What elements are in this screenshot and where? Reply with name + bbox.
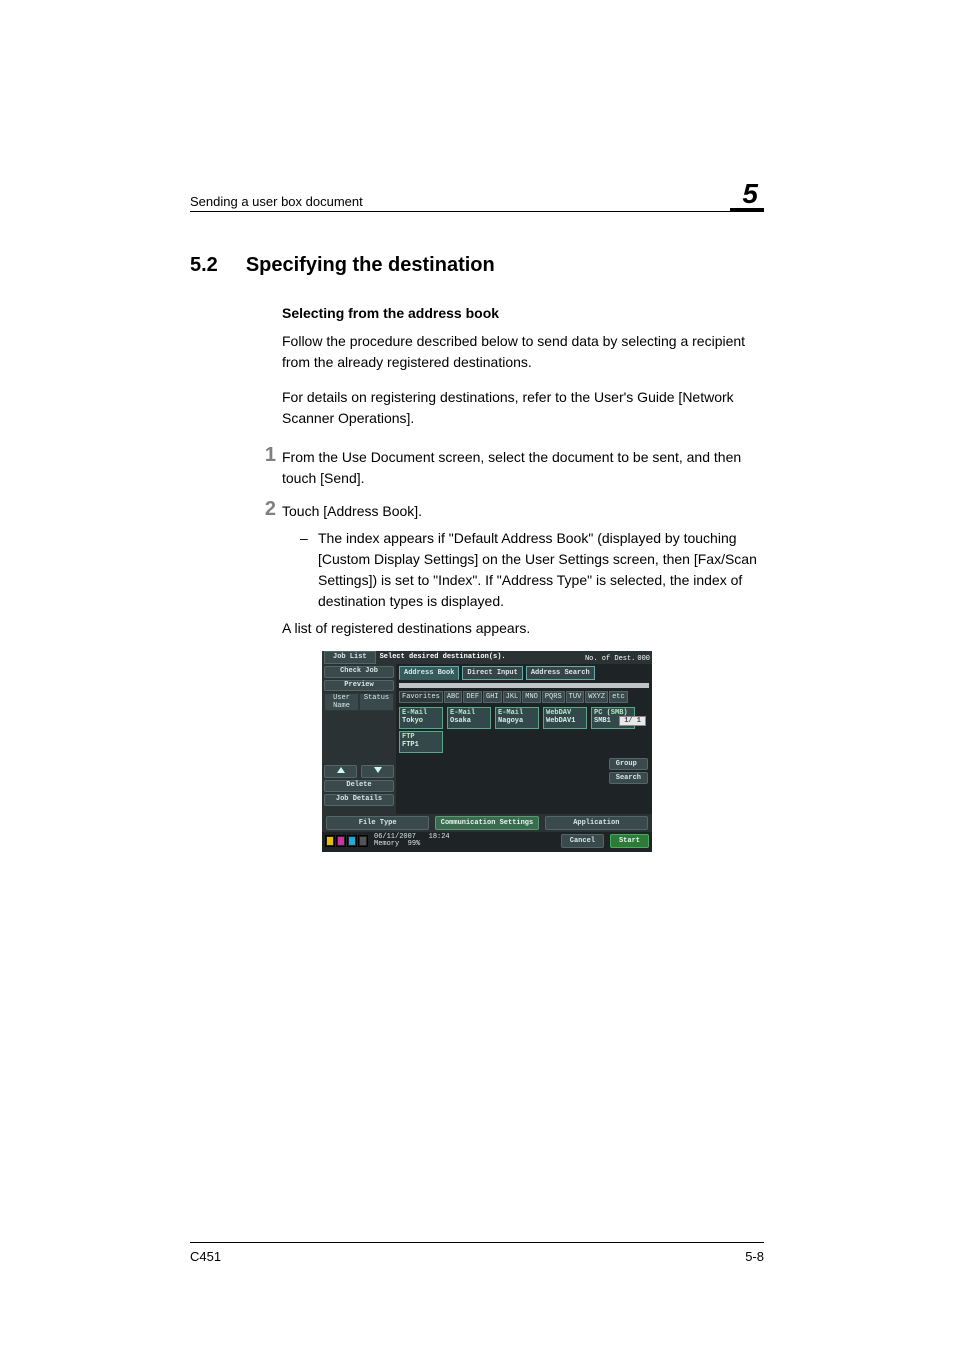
- running-header-title: Sending a user box document: [190, 194, 363, 209]
- section-number: 5.2: [190, 254, 218, 277]
- index-jkl[interactable]: JKL: [503, 691, 522, 703]
- index-def[interactable]: DEF: [463, 691, 482, 703]
- destination-type: WebDAV: [546, 709, 584, 717]
- memory-label: Memory: [374, 840, 399, 848]
- subsection-title: Selecting from the address book: [282, 305, 764, 321]
- bottom-tabs: File Type Communication Settings Applica…: [322, 814, 652, 832]
- group-button[interactable]: Group: [609, 758, 648, 770]
- steps-list: From the Use Document screen, select the…: [252, 447, 764, 864]
- panel-time: 18:24: [429, 833, 450, 841]
- paragraph-reference: For details on registering destinations,…: [282, 387, 764, 429]
- cancel-button[interactable]: Cancel: [561, 834, 604, 848]
- index-ghi[interactable]: GHI: [483, 691, 502, 703]
- destination-grid: E-Mail Tokyo E-Mail Osaka E-Mail: [399, 707, 649, 729]
- step-2: Touch [Address Book]. The index appears …: [252, 501, 764, 864]
- chapter-number: 5: [730, 180, 764, 211]
- step-2-notes: The index appears if "Default Address Bo…: [300, 528, 764, 612]
- start-button[interactable]: Start: [610, 834, 649, 848]
- destination-type: E-Mail: [498, 709, 536, 717]
- toner-c-icon: C: [347, 835, 357, 847]
- scroll-up-button[interactable]: [324, 765, 357, 778]
- check-job-button[interactable]: Check Job: [324, 666, 394, 678]
- running-header: Sending a user box document 5: [190, 180, 764, 212]
- model-number: C451: [190, 1249, 221, 1264]
- destination-type: E-Mail: [402, 709, 440, 717]
- step-1: From the Use Document screen, select the…: [252, 447, 764, 501]
- device-panel: Job List Select desired destination(s). …: [322, 651, 652, 852]
- destination-name: WebDAV1: [546, 717, 584, 725]
- panel-message: Select desired destination(s).: [380, 651, 585, 664]
- index-mno[interactable]: MNO: [522, 691, 541, 703]
- scroll-down-button[interactable]: [361, 765, 394, 778]
- dest-count-label: No. of Dest.: [585, 655, 635, 663]
- page-number: 5-8: [745, 1249, 764, 1264]
- section-title: Specifying the destination: [246, 254, 495, 277]
- destination-card[interactable]: WebDAV WebDAV1: [543, 707, 587, 729]
- panel-topbar: Job List Select desired destination(s). …: [322, 651, 652, 664]
- tab-address-book[interactable]: Address Book: [399, 666, 459, 680]
- toner-k-icon: K: [358, 835, 368, 847]
- tab-file-type[interactable]: File Type: [326, 816, 429, 830]
- timestamp-block: 06/11/2007 18:24 Memory 99%: [374, 834, 450, 849]
- destination-card[interactable]: E-Mail Nagoya: [495, 707, 539, 729]
- selection-strip: [399, 683, 649, 688]
- index-row: Favorites ABC DEF GHI JKL MNO PQRS TUV W…: [399, 691, 649, 703]
- memory-value: 99%: [408, 840, 421, 848]
- destination-name: FTP1: [402, 741, 440, 749]
- destination-type: FTP: [402, 733, 440, 741]
- index-wxyz[interactable]: WXYZ: [585, 691, 608, 703]
- index-pqrs[interactable]: PQRS: [542, 691, 565, 703]
- chevron-down-icon: [374, 767, 382, 773]
- index-etc[interactable]: etc: [609, 691, 628, 703]
- destination-type: E-Mail: [450, 709, 488, 717]
- panel-left-column: Check Job Preview User Name Status: [322, 664, 396, 814]
- panel-right-column: Address Book Direct Input Address Search…: [396, 664, 652, 814]
- index-abc[interactable]: ABC: [444, 691, 463, 703]
- search-button[interactable]: Search: [609, 772, 648, 784]
- toner-y-icon: Y: [325, 835, 335, 847]
- chevron-up-icon: [337, 767, 345, 773]
- step-2-note-1: The index appears if "Default Address Bo…: [300, 528, 764, 612]
- destination-name: Osaka: [450, 717, 488, 725]
- toner-m-icon: M: [336, 835, 346, 847]
- step-2-body: Touch [Address Book].: [282, 501, 764, 522]
- toner-gauge: Y M C K: [325, 835, 368, 847]
- step-1-body: From the Use Document screen, select the…: [282, 447, 764, 489]
- delete-button[interactable]: Delete: [324, 780, 394, 792]
- index-favorites[interactable]: Favorites: [399, 691, 443, 703]
- section-heading: 5.2 Specifying the destination: [190, 254, 764, 277]
- preview-button[interactable]: Preview: [324, 680, 394, 692]
- job-list-button[interactable]: Job List: [324, 651, 376, 664]
- index-tuv[interactable]: TUV: [566, 691, 585, 703]
- dest-count-value: 000: [637, 655, 650, 663]
- tab-application[interactable]: Application: [545, 816, 648, 830]
- panel-footer: Y M C K 06/11/2007 18:24 Memory 99%: [322, 832, 652, 852]
- destination-name: Tokyo: [402, 717, 440, 725]
- step-2-trailer: A list of registered destinations appear…: [282, 618, 764, 639]
- job-meta-header: User Name Status: [324, 693, 394, 711]
- destination-card[interactable]: E-Mail Osaka: [447, 707, 491, 729]
- page-footer: C451 5-8: [190, 1242, 764, 1264]
- job-meta-status: Status: [360, 694, 393, 710]
- destination-card[interactable]: FTP FTP1: [399, 731, 443, 753]
- pager: 1/ 1: [619, 716, 646, 726]
- tab-communication-settings[interactable]: Communication Settings: [435, 816, 538, 830]
- paragraph-intro: Follow the procedure described below to …: [282, 331, 764, 373]
- job-meta-username: User Name: [325, 694, 358, 710]
- destination-card[interactable]: E-Mail Tokyo: [399, 707, 443, 729]
- destination-name: Nagoya: [498, 717, 536, 725]
- job-details-button[interactable]: Job Details: [324, 794, 394, 806]
- destination-grid-row2: FTP FTP1: [399, 731, 649, 753]
- tab-direct-input[interactable]: Direct Input: [462, 666, 522, 680]
- tab-address-search[interactable]: Address Search: [526, 666, 595, 680]
